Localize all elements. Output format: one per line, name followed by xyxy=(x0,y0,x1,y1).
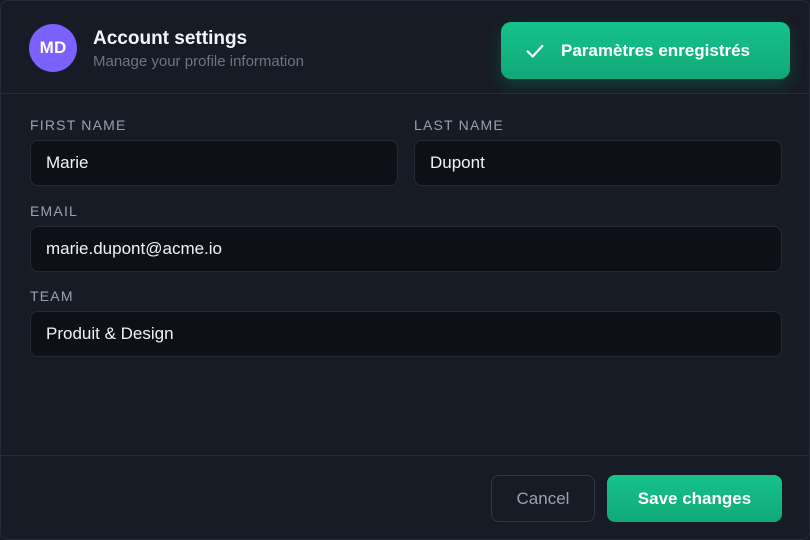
save-button[interactable]: Save changes xyxy=(607,475,782,522)
email-label: EMAIL xyxy=(30,203,79,219)
success-toast: Paramètres enregistrés xyxy=(501,22,790,79)
account-settings-panel: MD Account settings Manage your profile … xyxy=(0,0,810,540)
last-name-label: LAST NAME xyxy=(414,117,504,133)
team-label: TEAM xyxy=(30,288,74,304)
team-field[interactable] xyxy=(30,311,782,357)
email-field[interactable] xyxy=(30,226,782,272)
checkmark-icon xyxy=(523,39,547,63)
page-subtitle: Manage your profile information xyxy=(93,53,304,70)
panel-footer: Cancel Save changes xyxy=(1,455,809,539)
toast-message: Paramètres enregistrés xyxy=(561,40,751,60)
page-title: Account settings xyxy=(93,28,248,49)
last-name-field[interactable] xyxy=(414,140,782,186)
first-name-label: FIRST NAME xyxy=(30,117,127,133)
panel-header: MD Account settings Manage your profile … xyxy=(1,1,809,94)
first-name-field[interactable] xyxy=(30,140,398,186)
cancel-button[interactable]: Cancel xyxy=(491,475,595,522)
avatar: MD xyxy=(29,24,77,72)
